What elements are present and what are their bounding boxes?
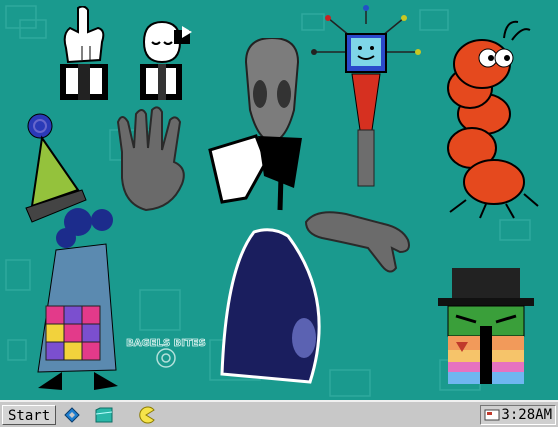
start-button[interactable]: Start [2, 405, 57, 425]
sleeping-ghost-creature-icon[interactable] [134, 20, 196, 102]
clock[interactable]: 3:28AM [501, 406, 552, 424]
notification-tray-icon[interactable] [484, 409, 500, 421]
top-hat-box-creature-icon[interactable] [434, 266, 538, 388]
taskbar: Start 3:28AM [0, 400, 558, 427]
watermark-label: BAGELS BITES [126, 338, 206, 349]
pacman-icon[interactable] [136, 406, 156, 424]
system-tray: 3:28AM [480, 405, 556, 425]
desktop: BAGELS BITES [0, 0, 558, 400]
reaching-grey-hand-icon[interactable] [302, 208, 414, 280]
folder-icon[interactable] [94, 406, 114, 424]
red-caterpillar-icon[interactable] [426, 18, 552, 224]
pointing-glove-creature-icon[interactable] [52, 6, 116, 102]
grey-hand-icon[interactable] [112, 104, 192, 214]
bagels-bites-watermark: BAGELS BITES [126, 338, 206, 368]
spiral-icon[interactable] [62, 406, 82, 424]
